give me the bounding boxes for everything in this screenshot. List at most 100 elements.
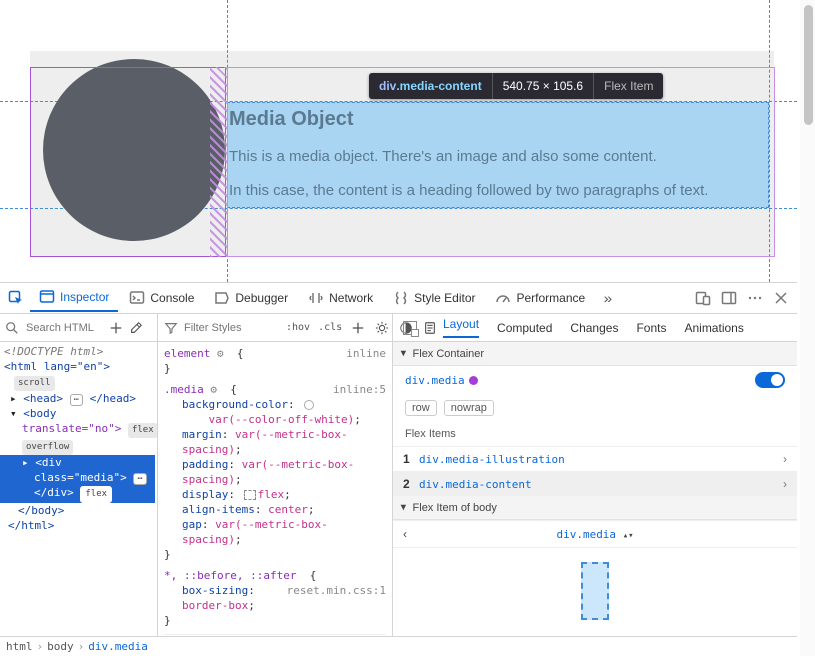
inspector-subrow: :hov .cls Layout Computed Changes Fonts … xyxy=(0,314,797,342)
crumb-current[interactable]: div.media xyxy=(88,640,148,653)
rules-pane[interactable]: element ⚙ {inline} .media ⚙ {inline:5 ba… xyxy=(158,342,393,656)
layout-tab-computed[interactable]: Computed xyxy=(497,321,552,335)
pill-flex[interactable]: flex xyxy=(80,486,112,503)
css-prop[interactable]: gap xyxy=(182,518,202,531)
tab-console[interactable]: Console xyxy=(120,284,203,312)
rule-source[interactable]: reset.min.css:1 xyxy=(287,583,386,598)
rule-selector[interactable]: element xyxy=(164,347,210,360)
layout-tab-changes[interactable]: Changes xyxy=(570,321,618,335)
section-flex-container[interactable]: ▸Flex Container xyxy=(393,342,797,366)
tabs-overflow-icon[interactable]: » xyxy=(596,286,620,310)
flex-item-diagram xyxy=(581,562,609,620)
css-prop[interactable]: box-sizing xyxy=(182,584,248,597)
tree-body-close[interactable]: </body> xyxy=(18,504,64,517)
tree-html-close[interactable]: </html> xyxy=(8,519,54,532)
html-search-area xyxy=(0,314,158,341)
tab-inspector[interactable]: Inspector xyxy=(30,284,118,312)
add-node-icon[interactable] xyxy=(108,320,124,336)
color-swatch-icon[interactable] xyxy=(304,400,314,410)
responsive-design-icon[interactable] xyxy=(691,286,715,310)
tab-network[interactable]: Network xyxy=(299,284,382,312)
flex-item-row[interactable]: 2div.media-content› xyxy=(393,471,797,496)
search-html-input[interactable] xyxy=(24,321,104,335)
tree-html[interactable]: <html lang="en"> xyxy=(4,360,110,373)
ellipsis-badge: ⋯ xyxy=(133,473,146,485)
css-prop[interactable]: margin xyxy=(182,428,222,441)
rule-selector[interactable]: *, ::before, ::after xyxy=(164,569,296,582)
rule-source[interactable]: inline xyxy=(346,346,386,361)
eyedropper-icon[interactable] xyxy=(128,320,144,336)
cls-toggle[interactable]: .cls xyxy=(318,322,342,333)
devtools-tabbar: Inspector Console Debugger Network Style… xyxy=(0,283,797,314)
layout-nav: ‹ div.media ▴▾ xyxy=(393,520,797,548)
window-scrollbar[interactable] xyxy=(800,0,815,656)
media-paragraph: In this case, the content is a heading f… xyxy=(229,181,769,201)
flex-badge-icon[interactable] xyxy=(244,490,256,500)
filter-styles-input[interactable] xyxy=(182,321,282,335)
pick-element-icon[interactable] xyxy=(4,286,28,310)
chip-row: row xyxy=(405,400,437,416)
media-heading: Media Object xyxy=(229,106,769,133)
scrollbar-thumb[interactable] xyxy=(804,5,813,125)
close-devtools-icon[interactable] xyxy=(769,286,793,310)
chip-nowrap: nowrap xyxy=(444,400,494,416)
overlay-toggle[interactable] xyxy=(755,372,785,388)
nav-back-icon[interactable]: ‹ xyxy=(403,527,407,541)
flex-container-link[interactable]: div.media xyxy=(405,374,465,387)
css-prop[interactable]: display xyxy=(182,488,228,501)
rule-source[interactable]: inline:5 xyxy=(333,382,386,397)
flex-item-link[interactable]: div.media-content xyxy=(419,478,532,491)
breadcrumb: html › body › div.media xyxy=(0,636,797,656)
kebab-menu-icon[interactable] xyxy=(743,286,767,310)
css-val[interactable]: center xyxy=(268,503,308,516)
tooltip-kind: Flex Item xyxy=(604,79,653,93)
crumb[interactable]: html xyxy=(6,640,33,653)
nav-current[interactable]: div.media xyxy=(556,528,616,541)
layout-tab-fonts[interactable]: Fonts xyxy=(636,321,666,335)
filter-icon[interactable] xyxy=(164,320,178,336)
tree-body-attr: translate="no"> xyxy=(22,422,121,435)
overlay-color-dot[interactable] xyxy=(469,376,478,385)
tab-performance[interactable]: Performance xyxy=(486,284,594,312)
css-val[interactable]: flex xyxy=(258,488,285,501)
light-scheme-icon[interactable] xyxy=(374,320,390,336)
flex-items-heading: Flex Items xyxy=(393,422,797,446)
css-val[interactable]: border-box xyxy=(182,599,248,612)
css-prop[interactable]: padding xyxy=(182,458,228,471)
tree-head[interactable]: <head> xyxy=(23,392,63,405)
tree-head-close: </head> xyxy=(90,392,136,405)
tab-label: Debugger xyxy=(235,291,288,305)
css-val[interactable]: var(--color-off-white) xyxy=(209,413,355,426)
media-content-text: Media Object This is a media object. The… xyxy=(229,106,769,216)
crumb[interactable]: body xyxy=(47,640,74,653)
tree-selected-div[interactable]: ▸ <div class="media"> ⋯ </div> flex xyxy=(0,455,155,503)
tab-label: Style Editor xyxy=(414,291,475,305)
dock-side-icon[interactable] xyxy=(717,286,741,310)
tooltip-dimensions: 540.75 × 105.6 xyxy=(503,79,583,93)
search-icon[interactable] xyxy=(4,320,20,336)
css-prop[interactable]: background-color xyxy=(182,398,288,411)
new-rule-icon[interactable] xyxy=(350,320,366,336)
css-prop[interactable]: align-items xyxy=(182,503,255,516)
layout-tab-layout[interactable]: Layout xyxy=(443,317,479,338)
media-paragraph: This is a media object. There's an image… xyxy=(229,147,769,167)
rule-selector[interactable]: .media xyxy=(164,383,204,396)
tab-debugger[interactable]: Debugger xyxy=(205,284,297,312)
hov-toggle[interactable]: :hov xyxy=(286,322,310,333)
layout-pane: ▸Flex Container div.media row nowrap Fle… xyxy=(393,342,797,656)
layout-pane-toggle-icon[interactable] xyxy=(403,321,417,335)
media-illustration-circle xyxy=(43,59,225,241)
tab-label: Console xyxy=(150,291,194,305)
tab-label: Inspector xyxy=(60,290,109,304)
tree-body[interactable]: <body xyxy=(23,407,56,420)
layout-tab-animations[interactable]: Animations xyxy=(684,321,743,335)
tree-doctype[interactable]: <!DOCTYPE html> xyxy=(4,345,103,358)
flex-item-row[interactable]: 1div.media-illustration› xyxy=(393,446,797,471)
pill-flex[interactable]: flex xyxy=(128,423,158,438)
dom-tree-pane[interactable]: <!DOCTYPE html> <html lang="en"> scroll … xyxy=(0,342,158,656)
tab-style-editor[interactable]: Style Editor xyxy=(384,284,484,312)
css-val[interactable]: var(--metric-box-spacing) xyxy=(182,518,328,546)
section-flex-item-of-body[interactable]: ▸Flex Item of body xyxy=(393,496,797,520)
styles-toolbar: :hov .cls xyxy=(158,314,393,341)
flex-item-link[interactable]: div.media-illustration xyxy=(419,453,565,466)
